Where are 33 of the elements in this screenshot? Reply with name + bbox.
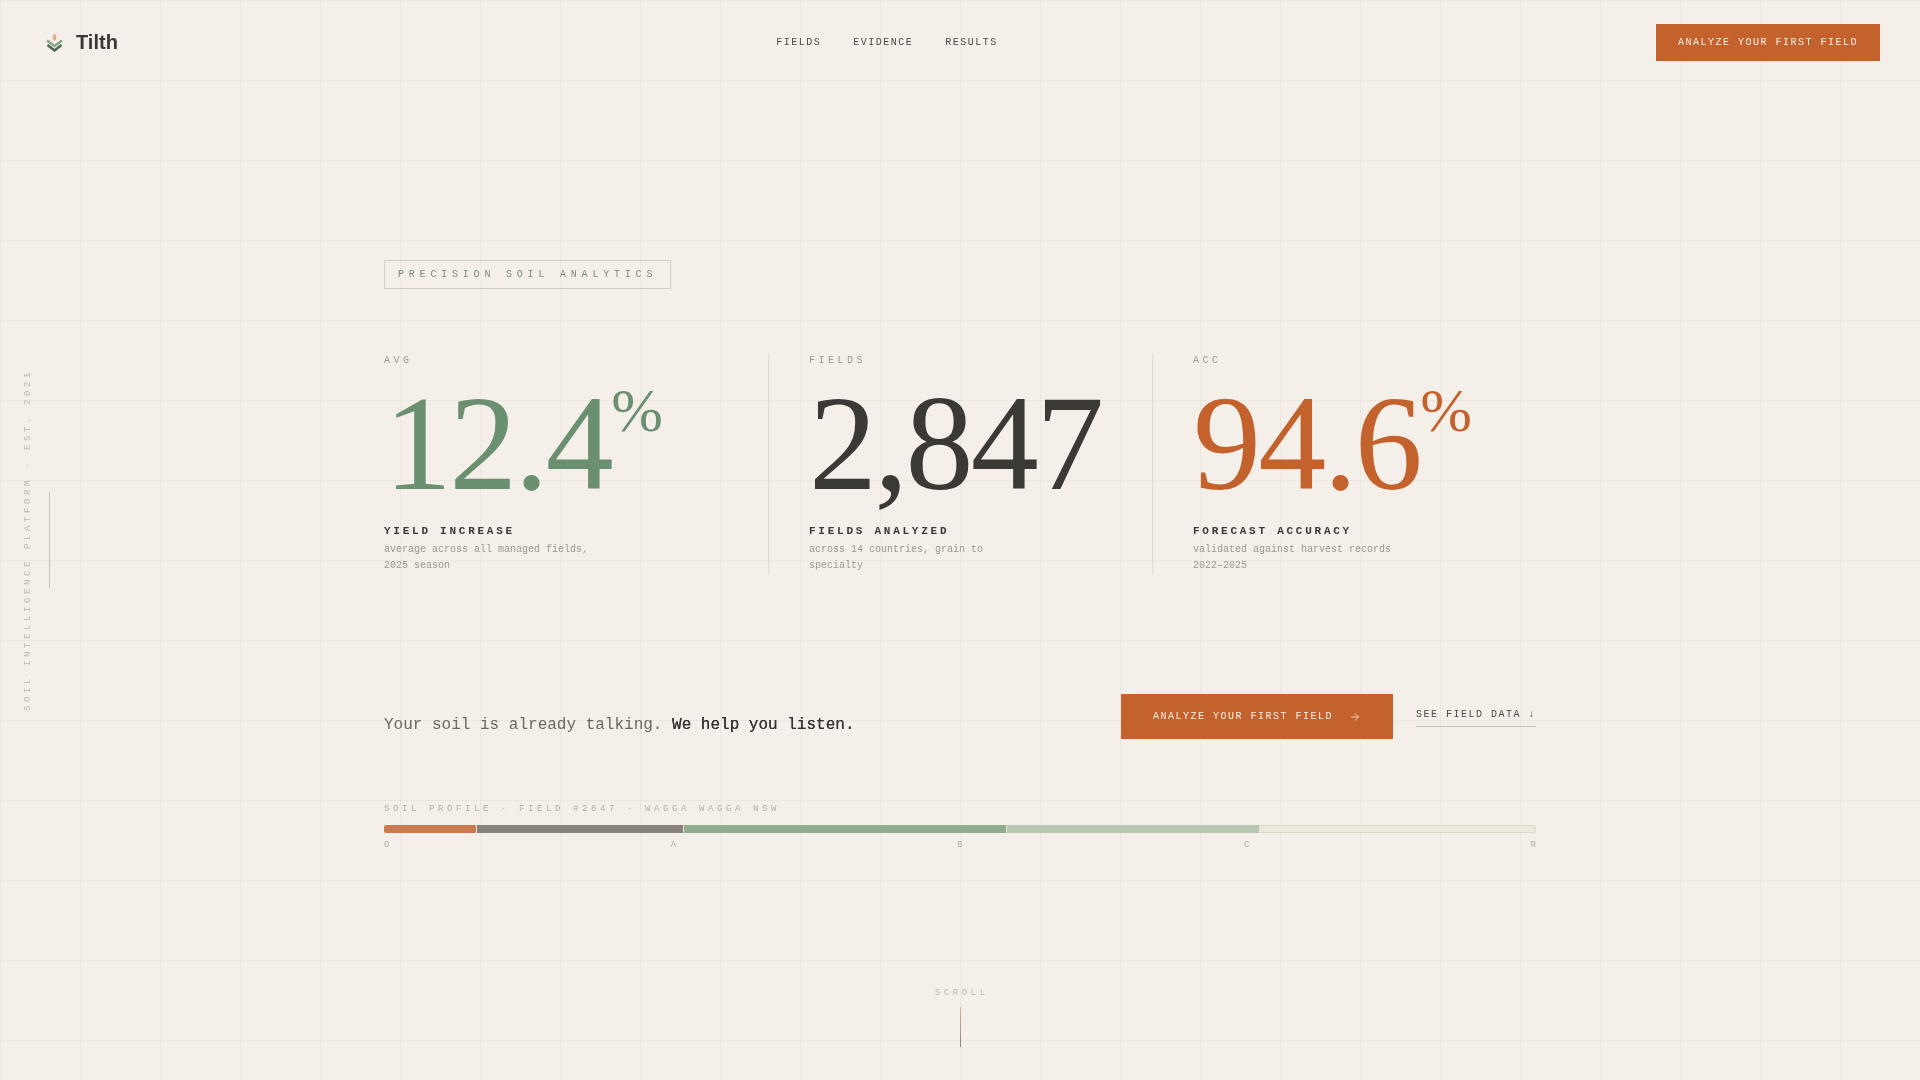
stat-description: across 14 countries, grain to specialty	[809, 543, 985, 573]
stat-title: FORECAST ACCURACY	[1193, 524, 1353, 539]
soil-profile-title: SOIL PROFILE · FIELD #2847 · WAGGA WAGGA NSW	[384, 803, 782, 815]
horizon-label: R	[1530, 839, 1536, 851]
horizon-label: B	[957, 839, 963, 851]
stat-label: AVG	[384, 354, 414, 368]
stat-value: 2,847	[809, 375, 1102, 511]
stat-description: average across all managed fields, 2025 season	[384, 543, 590, 573]
nav-link[interactable]: FIELDS	[776, 34, 822, 50]
scroll-line	[959, 1007, 961, 1047]
stat-title: FIELDS ANALYZED	[809, 524, 951, 539]
header-cta-button[interactable]: ANALYZE YOUR FIRST FIELD	[1655, 23, 1880, 61]
tagline: Your soil is already talking. We help you listen.	[384, 714, 855, 736]
stat-title: YIELD INCREASE	[384, 524, 516, 539]
arrow-right-icon	[1349, 710, 1361, 723]
horizon-label: O	[384, 839, 390, 851]
section-tag: PRECISION SOIL ANALYTICS	[384, 260, 672, 289]
stat-value: 12.4	[384, 375, 612, 511]
percent-sign: %	[611, 379, 663, 441]
horizon-label: A	[670, 839, 677, 851]
stat-description: validated against harvest records 2022–2025	[1193, 543, 1393, 573]
stat-label: FIELDS	[809, 354, 867, 368]
scroll-hint: SCROLL	[933, 987, 989, 999]
primary-cta-button[interactable]: ANALYZE YOUR FIRST FIELD	[1120, 694, 1393, 739]
nav-link[interactable]: EVIDENCE	[853, 34, 914, 50]
stat-value: 94.6	[1193, 375, 1421, 511]
stat-label: ACC	[1193, 354, 1223, 368]
see-field-data-link[interactable]: SEE FIELD DATA ↓	[1416, 706, 1536, 727]
sprout-icon	[46, 32, 63, 52]
brand-name[interactable]: Tilth	[76, 27, 118, 57]
percent-sign: %	[1420, 379, 1472, 441]
horizon-label: C	[1243, 839, 1250, 851]
nav-link[interactable]: RESULTS	[945, 34, 998, 50]
